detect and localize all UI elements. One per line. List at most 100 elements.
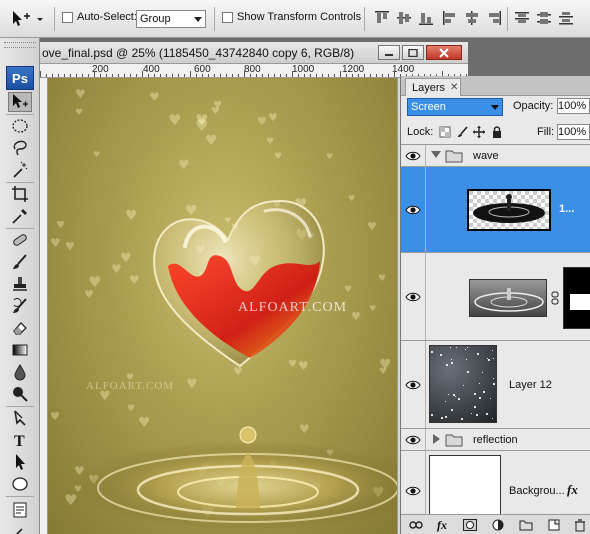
lock-label: Lock: <box>407 126 434 138</box>
minimize-button[interactable] <box>378 45 400 60</box>
expand-triangle-icon[interactable] <box>431 151 441 158</box>
magic-wand-icon[interactable] <box>8 160 32 180</box>
eraser-icon[interactable] <box>8 318 32 338</box>
distribute-vertical-center-icon[interactable] <box>536 10 552 26</box>
ruler-tick <box>160 74 161 77</box>
new-group-icon[interactable] <box>519 518 533 532</box>
move-tool-icon[interactable] <box>8 92 32 112</box>
ruler-tick <box>370 74 371 77</box>
blur-icon[interactable] <box>8 362 32 382</box>
sparkle <box>463 385 464 386</box>
opacity-input[interactable]: 100% <box>557 98 590 114</box>
close-tab-icon[interactable]: ✕ <box>450 82 458 93</box>
sparkle <box>453 394 455 396</box>
visibility-eye-icon[interactable] <box>405 379 421 391</box>
visibility-eye-icon[interactable] <box>405 485 421 497</box>
ruler-tick <box>40 71 41 77</box>
history-brush-icon[interactable] <box>8 296 32 316</box>
close-button[interactable] <box>426 45 462 60</box>
visibility-eye-icon[interactable] <box>405 291 421 303</box>
gradient-icon[interactable] <box>8 340 32 360</box>
layer-selected[interactable]: 1... <box>401 167 590 253</box>
align-bottom-icon[interactable] <box>418 10 434 26</box>
align-right-icon[interactable] <box>486 10 502 26</box>
visibility-eye-icon[interactable] <box>405 434 421 446</box>
visibility-eye-icon[interactable] <box>405 204 421 216</box>
sparkle <box>466 359 467 360</box>
checkbox-box[interactable] <box>222 12 233 23</box>
auto-select-dropdown[interactable]: Group <box>136 10 206 28</box>
toolbox-grip[interactable] <box>4 42 36 48</box>
notes-icon[interactable] <box>8 500 32 520</box>
ruler-tick <box>274 74 275 77</box>
ruler-tick <box>346 74 347 77</box>
eyedropper-icon[interactable] <box>8 206 32 226</box>
maximize-button[interactable] <box>402 45 424 60</box>
sparkle <box>440 354 442 356</box>
layer-mask-thumbnail[interactable] <box>563 267 590 329</box>
healing-brush-icon[interactable] <box>8 230 32 250</box>
ruler-tick <box>298 74 299 77</box>
ruler-tick <box>358 74 359 77</box>
blend-mode-dropdown[interactable]: Screen <box>407 98 503 116</box>
sparkle <box>451 359 452 360</box>
lasso-icon[interactable] <box>8 138 32 158</box>
add-layer-style-icon[interactable]: fx <box>435 518 449 532</box>
ruler-tick <box>262 74 263 77</box>
align-horizontal-center-icon[interactable] <box>464 10 480 26</box>
pen-icon[interactable] <box>8 408 32 428</box>
watermark-secondary: ALFOART.COM <box>86 380 175 392</box>
layer-background[interactable]: Backgrou... fx <box>401 451 590 514</box>
layer-effects-icon[interactable]: fx <box>567 482 578 498</box>
layer-with-mask[interactable] <box>401 253 590 341</box>
photoshop-logo[interactable]: Ps <box>6 66 34 90</box>
ruler-vertical[interactable] <box>40 78 48 534</box>
visibility-eye-icon[interactable] <box>405 150 421 162</box>
crop-icon[interactable] <box>8 184 32 204</box>
collapse-triangle-icon[interactable] <box>433 434 440 444</box>
maximize-icon <box>408 48 418 57</box>
brush-icon[interactable] <box>8 252 32 272</box>
trash-icon[interactable] <box>573 518 587 532</box>
layer-group-reflection[interactable]: reflection <box>401 429 590 451</box>
lock-transparent-icon[interactable] <box>439 126 451 138</box>
lock-image-icon[interactable] <box>457 126 469 138</box>
link-layers-icon[interactable] <box>409 518 423 532</box>
distribute-top-icon[interactable] <box>514 10 530 26</box>
clone-stamp-icon[interactable] <box>8 274 32 294</box>
ruler-tick <box>166 74 167 77</box>
checkbox-box[interactable] <box>62 12 73 23</box>
new-layer-icon[interactable] <box>547 518 561 532</box>
canvas[interactable]: ♥ ♥ ♥ ♥ ♥ ♥ ♥ ♥ ♥ ♥ ♥ ♥ ♥ ♥ ♥ ♥ ♥ ♥ ♥ ♥ ♥ ♥ ♥ ♥ ♥ ♥ ♥ ♥ ♥ ♥ ♥ ♥ ♥ ♥ ♥ ♥ ♥ ♥ ♥ ♥… <box>48 78 397 534</box>
adjustment-layer-icon[interactable] <box>491 518 505 532</box>
distribute-bottom-icon[interactable] <box>558 10 574 26</box>
type-tool-icon[interactable]: T <box>8 430 32 450</box>
sparkle <box>467 347 468 348</box>
fill-input[interactable]: 100% <box>557 124 590 140</box>
ellipse-tool-icon[interactable] <box>8 474 32 494</box>
lock-all-icon[interactable] <box>491 126 503 138</box>
lock-position-icon[interactable] <box>473 126 485 138</box>
path-selection-icon[interactable] <box>8 452 32 472</box>
dodge-icon[interactable] <box>8 384 32 404</box>
align-left-icon[interactable] <box>442 10 458 26</box>
ruler-tick <box>394 71 395 77</box>
auto-select-checkbox[interactable] <box>62 12 73 23</box>
layer-layer-12[interactable]: Layer 12 <box>401 341 590 429</box>
align-top-icon[interactable] <box>374 10 390 26</box>
tab-layers[interactable]: Layers ✕ <box>405 78 461 96</box>
move-tool-preset-icon[interactable] <box>10 10 44 28</box>
mask-link-icon[interactable] <box>551 291 559 305</box>
folder-icon <box>445 150 463 163</box>
sparkle <box>474 393 476 395</box>
document-title-bar[interactable]: ove_final.psd @ 25% (1185450_43742840 co… <box>40 42 468 64</box>
show-transform-checkbox[interactable] <box>222 12 233 23</box>
watermark: ALFOART.COM <box>238 300 348 315</box>
sparkle <box>431 351 433 353</box>
add-layer-mask-icon[interactable] <box>463 518 477 532</box>
layer-group-wave[interactable]: wave <box>401 145 590 167</box>
eyedropper-small-icon[interactable] <box>8 520 32 534</box>
tab-layers-label: Layers <box>412 81 446 94</box>
elliptical-marquee-icon[interactable] <box>8 116 32 136</box>
align-vertical-center-icon[interactable] <box>396 10 412 26</box>
